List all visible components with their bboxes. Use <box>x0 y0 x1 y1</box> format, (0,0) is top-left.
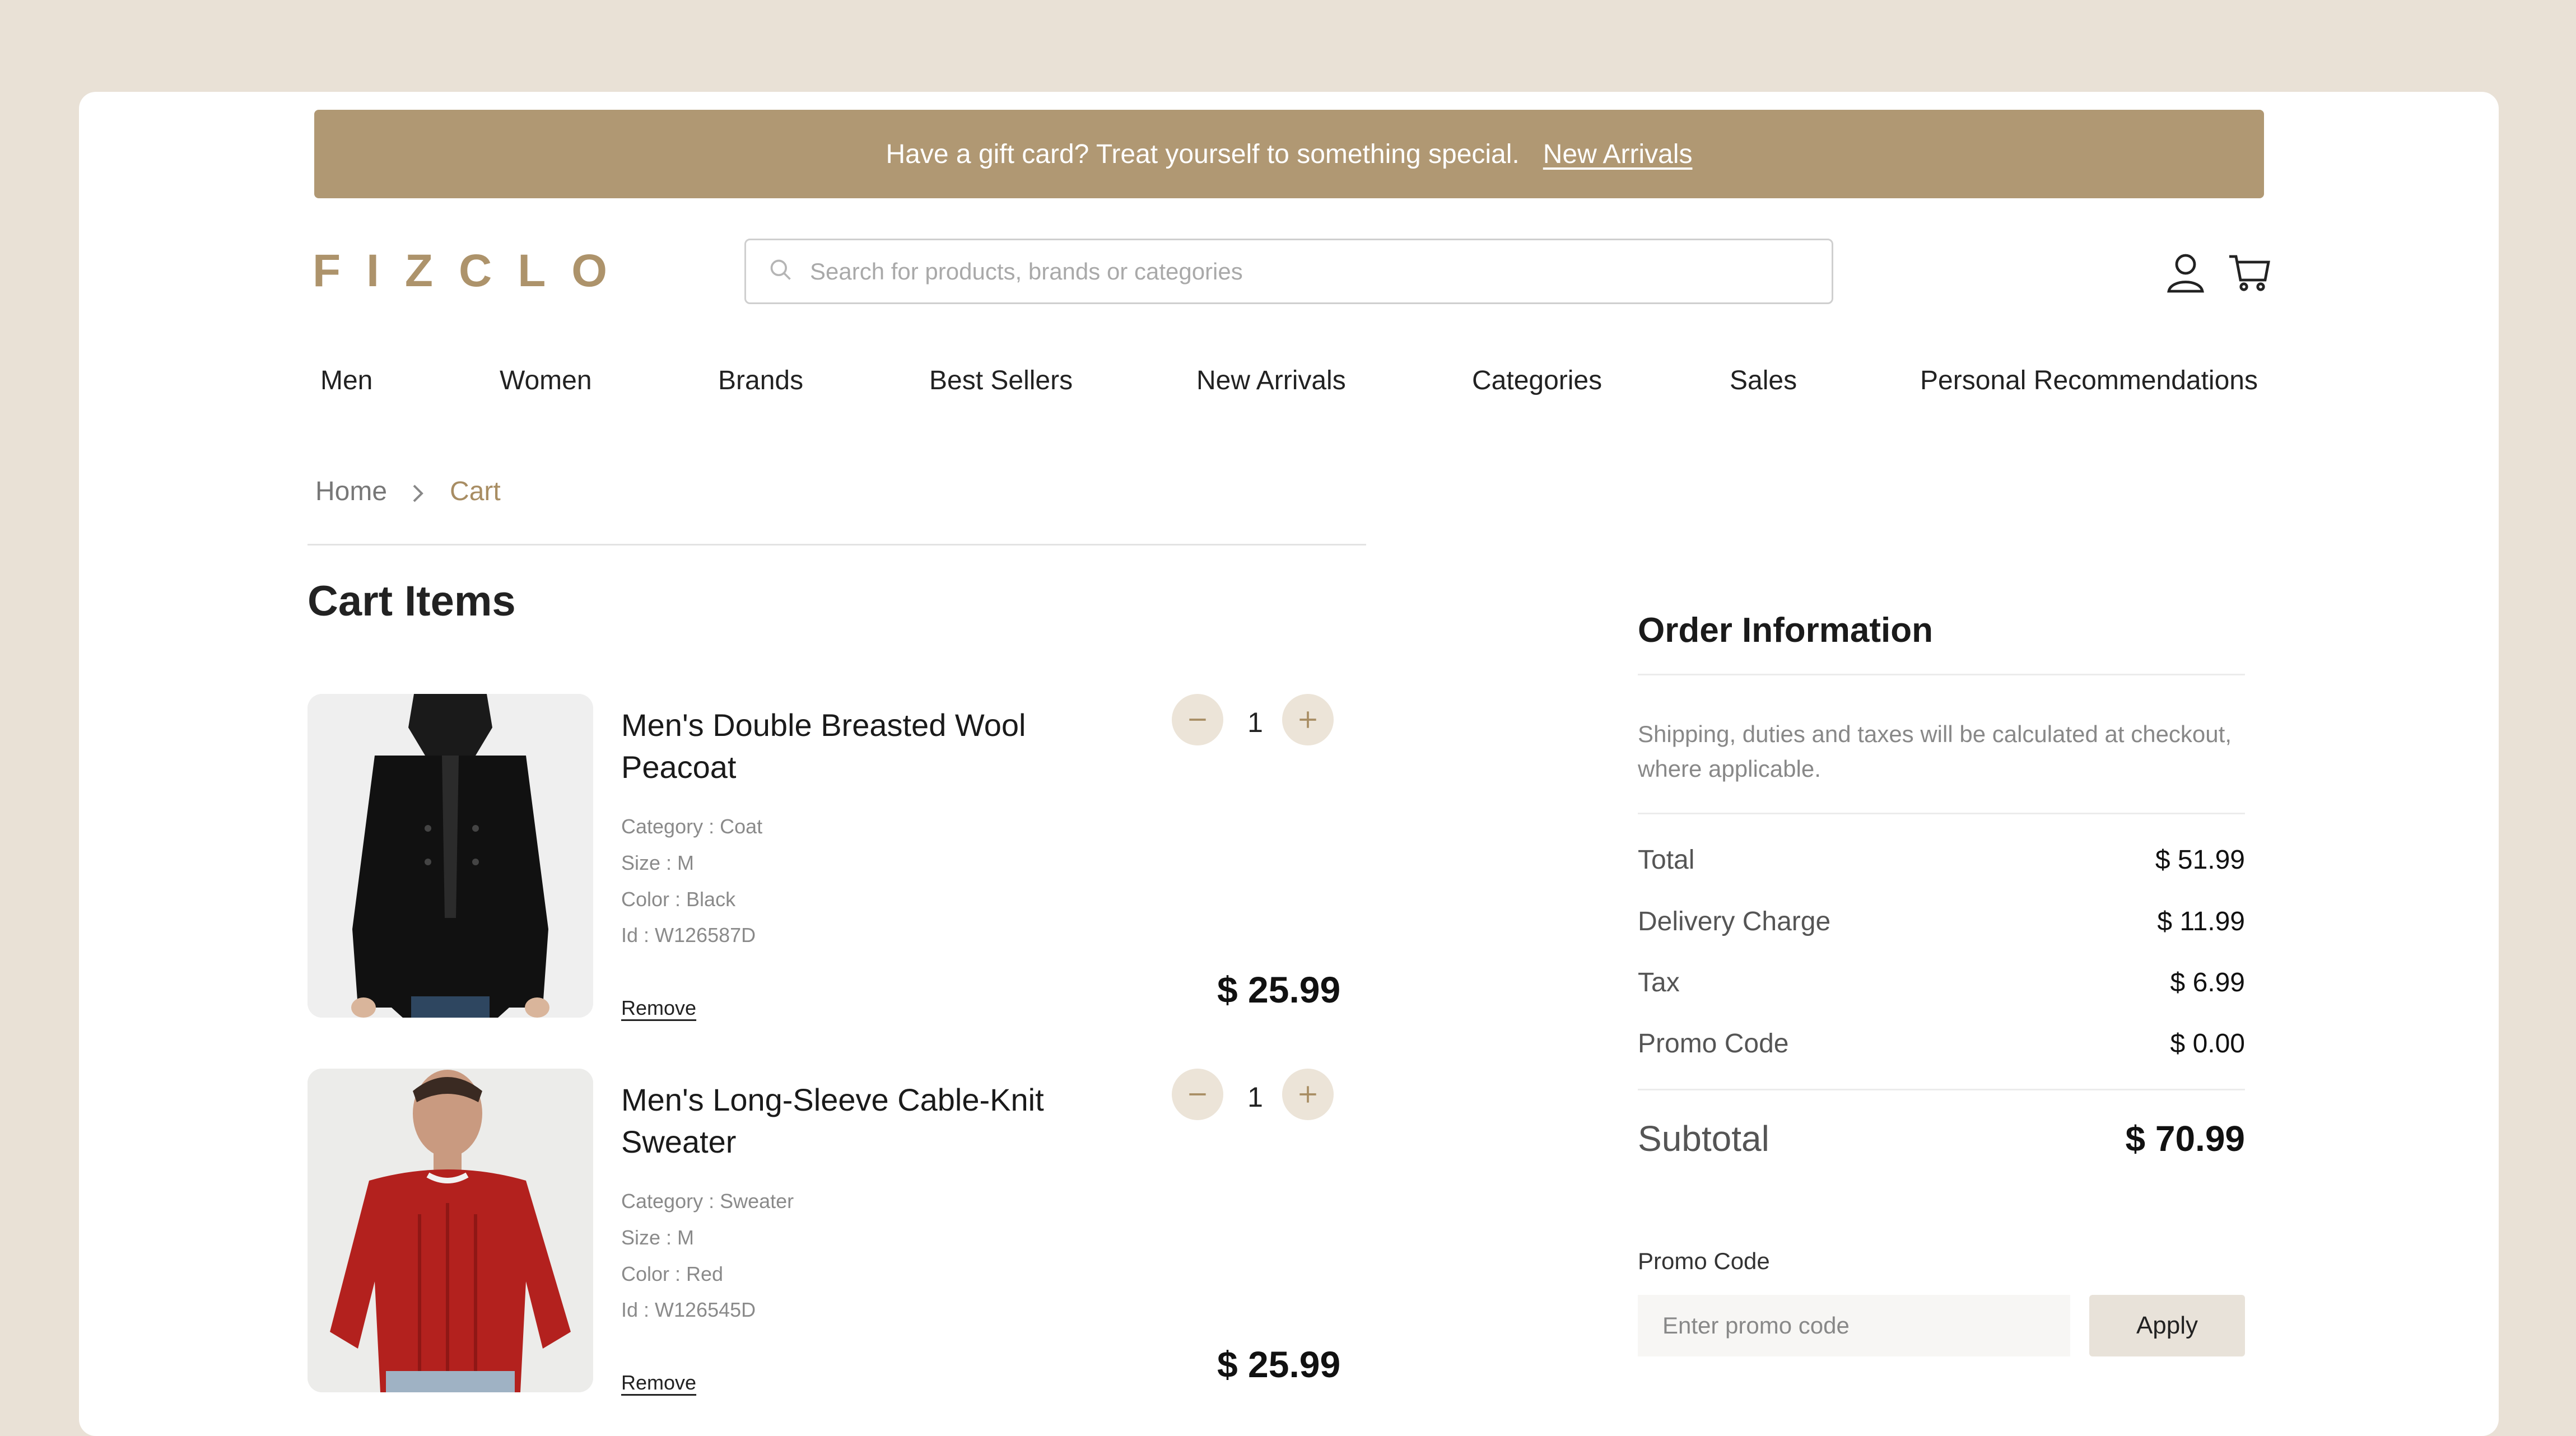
breadcrumb-home[interactable]: Home <box>315 476 387 507</box>
brand-logo[interactable]: F I Z C L O <box>313 245 613 296</box>
order-subtotal: Subtotal $ 70.99 <box>1638 1118 2245 1159</box>
banner-new-arrivals-link[interactable]: New Arrivals <box>1543 139 1693 170</box>
order-info-title: Order Information <box>1638 611 1934 650</box>
promo-code-label: Promo Code <box>1638 1248 1770 1274</box>
row-value: $ 11.99 <box>2157 907 2245 936</box>
nav-sales[interactable]: Sales <box>1730 365 1797 396</box>
search-icon <box>768 258 793 285</box>
user-icon[interactable] <box>2163 250 2208 295</box>
quantity-value: 1 <box>1247 1081 1263 1113</box>
plus-icon <box>1299 1086 1316 1103</box>
decrease-qty-button[interactable] <box>1172 694 1223 745</box>
product-size: Size : M <box>621 1226 695 1249</box>
product-color: Color : Black <box>621 888 736 911</box>
apply-promo-button[interactable]: Apply <box>2089 1295 2245 1356</box>
banner-text: Have a gift card? Treat yourself to some… <box>886 139 1520 169</box>
order-row-tax: Tax $ 6.99 <box>1638 967 2245 998</box>
remove-button[interactable]: Remove <box>621 996 696 1020</box>
decrease-qty-button[interactable] <box>1172 1069 1223 1120</box>
breadcrumb: Home Cart <box>315 476 501 507</box>
minus-icon <box>1189 719 1206 721</box>
logo-letter: I <box>366 245 385 296</box>
nav-women[interactable]: Women <box>500 365 592 396</box>
search-input[interactable] <box>809 257 1763 286</box>
nav-personal-recommendations[interactable]: Personal Recommendations <box>1920 365 2258 396</box>
product-name[interactable]: Men's Long-Sleeve Cable-Knit Sweater <box>621 1079 1069 1163</box>
order-row-total: Total $ 51.99 <box>1638 845 2245 875</box>
increase-qty-button[interactable] <box>1282 1069 1334 1120</box>
nav-men[interactable]: Men <box>320 365 372 396</box>
order-info-note: Shipping, duties and taxes will be calcu… <box>1638 721 2232 782</box>
quantity-value: 1 <box>1247 707 1263 738</box>
divider <box>1638 1089 2245 1090</box>
row-value: $ 0.00 <box>2170 1029 2245 1059</box>
product-color: Color : Red <box>621 1262 724 1285</box>
product-image-sweater[interactable] <box>308 1069 593 1392</box>
product-id: Id : W126545D <box>621 1298 756 1321</box>
row-value: $ 6.99 <box>2170 968 2245 997</box>
order-row-delivery: Delivery Charge $ 11.99 <box>1638 906 2245 937</box>
divider <box>1638 674 2245 675</box>
nav-categories[interactable]: Categories <box>1472 365 1602 396</box>
search-bar[interactable] <box>744 239 1833 304</box>
plus-icon <box>1299 711 1316 728</box>
product-price: $ 25.99 <box>1217 969 1341 1010</box>
cart-item: Men's Double Breasted Wool Peacoat Categ… <box>308 694 1344 1019</box>
divider <box>1638 813 2245 814</box>
nav-brands[interactable]: Brands <box>718 365 803 396</box>
main-nav: Men Women Brands Best Sellers New Arriva… <box>0 365 2576 404</box>
logo-letter: Z <box>404 245 439 296</box>
row-label: Promo Code <box>1638 1029 1789 1059</box>
logo-letter: F <box>313 245 347 296</box>
product-image-peacoat[interactable] <box>308 694 593 1018</box>
breadcrumb-current: Cart <box>450 477 501 506</box>
order-row-promo: Promo Code $ 0.00 <box>1638 1028 2245 1059</box>
cart-title: Cart Items <box>308 577 516 625</box>
divider <box>308 544 1366 546</box>
remove-button[interactable]: Remove <box>621 1371 696 1395</box>
cart-item: Men's Long-Sleeve Cable-Knit Sweater Cat… <box>308 1069 1344 1395</box>
promo-banner: Have a gift card? Treat yourself to some… <box>314 110 2264 198</box>
minus-icon <box>1189 1093 1206 1095</box>
product-category: Category : Sweater <box>621 1190 794 1213</box>
row-label: Total <box>1638 845 1695 875</box>
row-label: Delivery Charge <box>1638 907 1831 936</box>
logo-letter: O <box>571 245 613 296</box>
nav-new-arrivals[interactable]: New Arrivals <box>1196 365 1346 396</box>
product-id: Id : W126587D <box>621 924 756 947</box>
logo-letter: C <box>458 245 498 296</box>
subtotal-label: Subtotal <box>1638 1118 1769 1159</box>
cart-icon[interactable] <box>2227 250 2272 295</box>
promo-code-input[interactable] <box>1638 1295 2070 1356</box>
product-price: $ 25.99 <box>1217 1344 1341 1385</box>
row-label: Tax <box>1638 968 1680 997</box>
product-name[interactable]: Men's Double Breasted Wool Peacoat <box>621 704 1069 788</box>
nav-best-sellers[interactable]: Best Sellers <box>929 365 1073 396</box>
logo-letter: L <box>518 245 552 296</box>
subtotal-value: $ 70.99 <box>2125 1118 2245 1159</box>
increase-qty-button[interactable] <box>1282 694 1334 745</box>
product-size: Size : M <box>621 851 695 874</box>
row-value: $ 51.99 <box>2155 845 2245 875</box>
chevron-right-icon <box>412 481 425 503</box>
product-category: Category : Coat <box>621 815 763 838</box>
